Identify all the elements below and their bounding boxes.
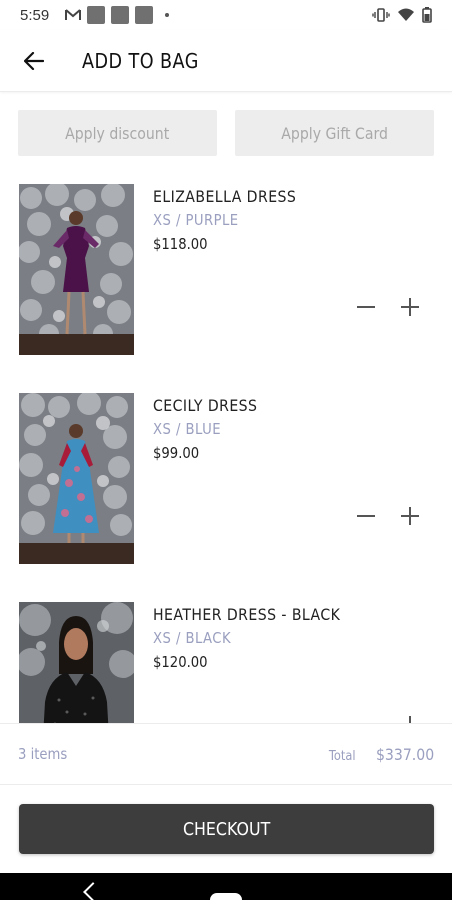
arrow-left-icon [24,51,44,70]
total-label: Total [329,748,357,764]
cart-item: ELIZABELLA DRESS XS / PURPLE $118.00 [0,175,452,355]
status-time: 5:59 [20,6,50,24]
apply-gift-card-button[interactable]: Apply Gift Card [235,110,434,156]
promo-actions: Apply discount Apply Gift Card [18,110,434,156]
cart-item: CECILY DRESS XS / BLUE $99.00 [0,384,452,564]
minus-icon [357,306,375,308]
item-variant: XS / BLUE [153,420,221,438]
apply-discount-button[interactable]: Apply discount [18,110,217,156]
system-back-icon[interactable] [83,882,103,900]
cart-item: HEATHER DRESS - BLACK XS / BLACK $120.00 [0,593,452,723]
product-image[interactable] [19,184,134,355]
plus-icon [401,298,419,316]
wifi-icon [398,8,414,21]
item-count: 3 items [18,745,68,763]
product-image[interactable] [19,602,134,723]
system-home-icon[interactable] [210,893,242,900]
notification-icon [111,6,130,24]
apply-discount-label: Apply discount [65,123,170,143]
minus-icon [357,515,375,517]
page-title: ADD TO BAG [82,48,199,73]
item-variant: XS / PURPLE [153,211,239,229]
increase-quantity-button[interactable] [396,711,424,723]
item-name: CECILY DRESS [153,396,258,415]
battery-icon [422,7,432,23]
decrease-quantity-button[interactable] [352,293,380,321]
app-bar: ADD TO BAG [0,30,452,92]
checkout-button[interactable]: CHECKOUT [19,804,434,854]
item-price: $120.00 [153,653,208,671]
gmail-icon [65,9,82,20]
notification-icon [135,6,154,24]
item-price: $118.00 [153,235,208,253]
system-nav-bar [0,873,452,900]
cart-item-list[interactable]: ELIZABELLA DRESS XS / PURPLE $118.00 CEC… [0,175,452,723]
decrease-quantity-button[interactable] [352,711,380,723]
item-name: ELIZABELLA DRESS [153,187,297,206]
more-notifications-icon [165,13,170,17]
increase-quantity-button[interactable] [396,293,424,321]
status-bar: 5:59 [0,0,452,30]
vibrate-icon [372,8,390,22]
plus-icon [409,716,411,723]
total-container: Total $337.00 [327,745,434,764]
back-button[interactable] [14,41,54,81]
increase-quantity-button[interactable] [396,502,424,530]
total-value: $337.00 [375,744,434,764]
cart-summary: 3 items Total $337.00 [0,723,452,785]
notification-icon [87,6,106,24]
decrease-quantity-button[interactable] [352,502,380,530]
item-name: HEATHER DRESS - BLACK [153,605,341,624]
plus-icon [401,507,419,525]
product-image[interactable] [19,393,134,564]
item-variant: XS / BLACK [153,629,232,647]
apply-gift-card-label: Apply Gift Card [281,123,388,143]
item-price: $99.00 [153,444,200,462]
checkout-label: CHECKOUT [182,818,271,840]
